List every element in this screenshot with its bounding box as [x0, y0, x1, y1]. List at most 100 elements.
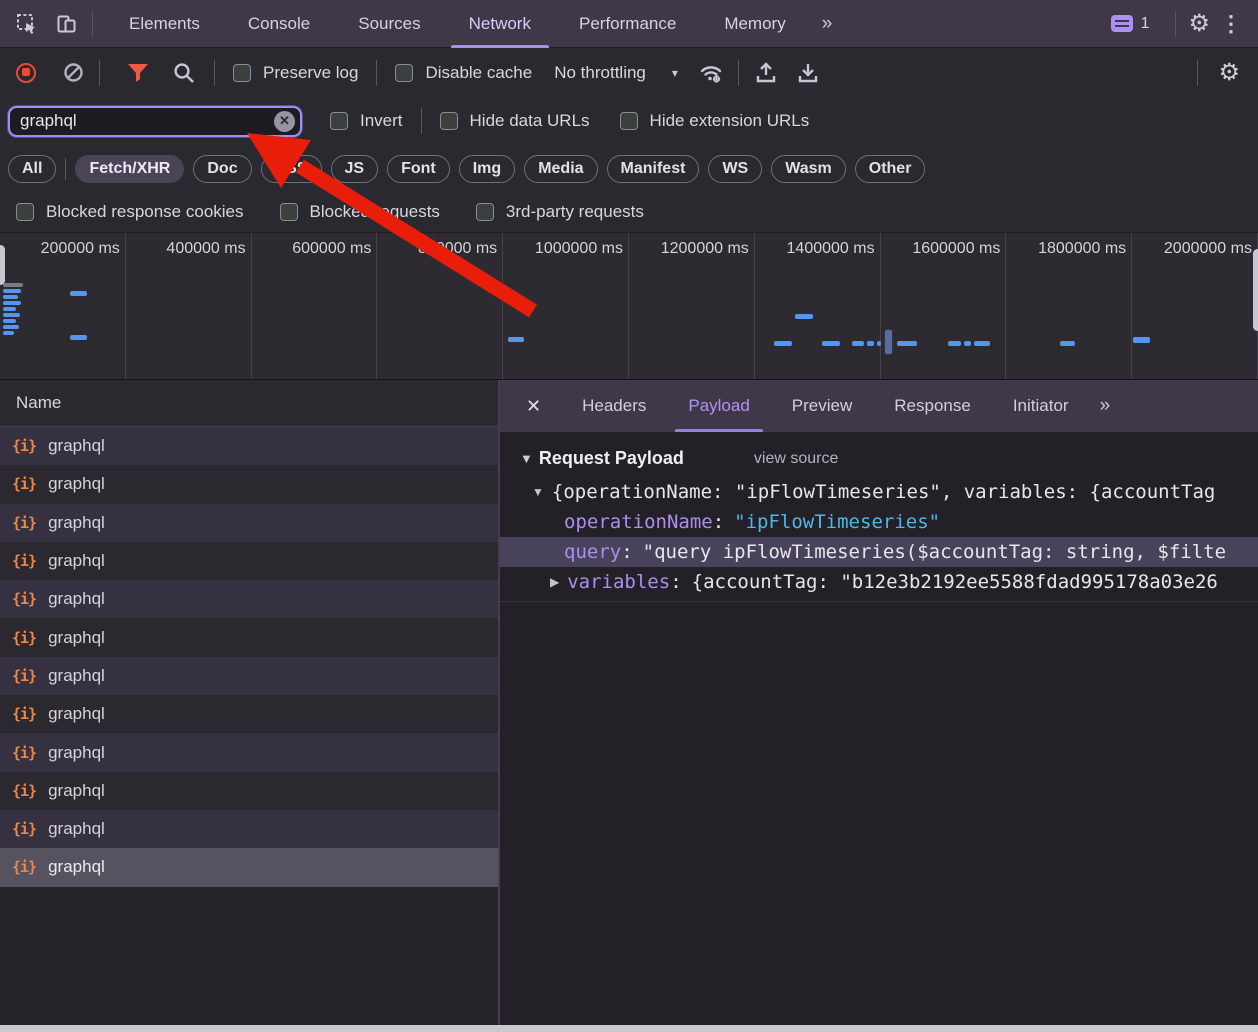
expand-object-icon[interactable]: ▶: [550, 575, 559, 589]
advanced-filters: Blocked response cookies Blocked request…: [0, 192, 1258, 232]
network-activity-bar: [3, 289, 21, 293]
tab-console[interactable]: Console: [224, 0, 334, 48]
clear-network-log-icon[interactable]: [64, 63, 83, 82]
network-activity-bar: [795, 314, 813, 319]
device-toolbar-icon[interactable]: [54, 11, 80, 37]
payload-summary-line[interactable]: ▼ {operationName: "ipFlowTimeseries", va…: [500, 477, 1258, 507]
inspect-element-icon[interactable]: [14, 11, 40, 37]
preserve-log-checkbox[interactable]: [233, 64, 251, 82]
filter-type-manifest[interactable]: Manifest: [607, 155, 700, 183]
throttling-dropdown[interactable]: No throttling ▾: [554, 63, 678, 83]
tab-payload[interactable]: Payload: [667, 380, 770, 432]
record-network-log-button[interactable]: [16, 63, 36, 83]
filter-type-js[interactable]: JS: [331, 155, 379, 183]
settings-gear-icon[interactable]: ⚙: [1188, 12, 1210, 36]
network-settings-gear-icon[interactable]: ⚙: [1218, 61, 1240, 85]
filter-input[interactable]: [10, 111, 300, 131]
search-icon[interactable]: [172, 61, 196, 85]
filter-type-all[interactable]: All: [8, 155, 56, 183]
fetch-request-icon: {i}: [12, 514, 36, 532]
more-detail-tabs-icon[interactable]: »: [1090, 395, 1121, 417]
fetch-request-icon: {i}: [12, 782, 36, 800]
close-detail-icon[interactable]: ✕: [500, 396, 561, 417]
collapse-section-icon[interactable]: ▼: [520, 451, 533, 466]
filter-type-media[interactable]: Media: [524, 155, 597, 183]
json-value: {accountTag: "b12e3b2192ee5588fdad995178…: [692, 571, 1218, 593]
divider: [500, 601, 1258, 602]
import-har-icon[interactable]: [753, 60, 779, 86]
network-overview-timeline[interactable]: 200000 ms 400000 ms 600000 ms 800000 ms …: [0, 232, 1258, 380]
clear-filter-icon[interactable]: ✕: [274, 111, 295, 132]
network-activity-cap: [3, 283, 23, 287]
filter-type-fetch-xhr[interactable]: Fetch/XHR: [75, 155, 184, 183]
payload-row-variables[interactable]: ▶ variables:{accountTag: "b12e3b2192ee55…: [500, 567, 1258, 597]
request-row[interactable]: {i} graphql: [0, 542, 498, 580]
filter-bar: ✕ Invert Hide data URLs Hide extension U…: [0, 97, 1258, 145]
payload-section-title: Request Payload: [539, 448, 684, 469]
request-row[interactable]: {i} graphql: [0, 733, 498, 771]
payload-row-operation-name[interactable]: operationName:"ipFlowTimeseries": [500, 507, 1258, 537]
filter-type-wasm[interactable]: Wasm: [771, 155, 846, 183]
tab-headers[interactable]: Headers: [561, 380, 667, 432]
request-row[interactable]: {i} graphql: [0, 657, 498, 695]
json-value: "query ipFlowTimeseries($accountTag: str…: [643, 541, 1226, 563]
request-list-empty-area: [0, 887, 498, 1032]
collapse-object-icon[interactable]: ▼: [532, 485, 544, 499]
filter-icon[interactable]: [126, 62, 150, 84]
third-party-requests-checkbox[interactable]: [476, 203, 494, 221]
disable-cache-checkbox[interactable]: [395, 64, 413, 82]
overview-scrollbar-left[interactable]: [0, 245, 5, 285]
payload-row-query-selected[interactable]: query:"query ipFlowTimeseries($accountTa…: [500, 537, 1258, 567]
divider: [376, 60, 377, 86]
request-row[interactable]: {i} graphql: [0, 504, 498, 542]
blocked-response-cookies-checkbox[interactable]: [16, 203, 34, 221]
hide-extension-urls-checkbox[interactable]: [620, 112, 638, 130]
filter-type-img[interactable]: Img: [459, 155, 515, 183]
request-row-selected[interactable]: {i} graphql: [0, 848, 498, 886]
issues-counter[interactable]: 1: [1111, 15, 1150, 33]
request-row[interactable]: {i} graphql: [0, 618, 498, 656]
window-bottom-edge: [0, 1025, 1258, 1032]
network-activity-bar: [852, 341, 864, 346]
request-row[interactable]: {i} graphql: [0, 772, 498, 810]
request-row[interactable]: {i} graphql: [0, 427, 498, 465]
preserve-log-label: Preserve log: [263, 63, 358, 83]
request-rows: {i} graphql {i} graphql {i} graphql {i} …: [0, 427, 498, 887]
tab-performance[interactable]: Performance: [555, 0, 700, 48]
invert-label: Invert: [360, 111, 403, 131]
filter-type-font[interactable]: Font: [387, 155, 450, 183]
filter-type-doc[interactable]: Doc: [193, 155, 251, 183]
request-row[interactable]: {i} graphql: [0, 580, 498, 618]
filter-type-css[interactable]: CSS: [261, 155, 322, 183]
json-colon: :: [713, 511, 724, 533]
request-name: graphql: [48, 743, 105, 763]
json-key: variables: [567, 571, 670, 593]
json-key: query: [564, 541, 621, 563]
view-source-link[interactable]: view source: [754, 450, 838, 468]
tab-response[interactable]: Response: [873, 380, 992, 432]
network-activity-bar: [1060, 341, 1075, 346]
filter-type-other[interactable]: Other: [855, 155, 926, 183]
tab-network[interactable]: Network: [445, 0, 555, 48]
invert-checkbox[interactable]: [330, 112, 348, 130]
filter-type-ws[interactable]: WS: [708, 155, 762, 183]
tab-initiator[interactable]: Initiator: [992, 380, 1090, 432]
more-tabs-icon[interactable]: »: [810, 13, 845, 35]
tab-elements[interactable]: Elements: [105, 0, 224, 48]
fetch-request-icon: {i}: [12, 590, 36, 608]
name-column-header[interactable]: Name: [0, 380, 498, 427]
tab-sources[interactable]: Sources: [334, 0, 444, 48]
request-row[interactable]: {i} graphql: [0, 465, 498, 503]
blocked-requests-checkbox[interactable]: [280, 203, 298, 221]
tab-memory[interactable]: Memory: [700, 0, 809, 48]
network-activity-bar: [877, 341, 881, 346]
kebab-menu-icon[interactable]: ⋮: [1210, 11, 1258, 37]
export-har-icon[interactable]: [795, 60, 821, 86]
tab-preview[interactable]: Preview: [771, 380, 873, 432]
hide-data-urls-checkbox[interactable]: [440, 112, 458, 130]
request-list-panel: Name {i} graphql {i} graphql {i} graphql…: [0, 380, 500, 1032]
overview-scrollbar-right[interactable]: [1253, 249, 1258, 331]
network-conditions-icon[interactable]: [698, 60, 724, 86]
request-row[interactable]: {i} graphql: [0, 810, 498, 848]
request-row[interactable]: {i} graphql: [0, 695, 498, 733]
